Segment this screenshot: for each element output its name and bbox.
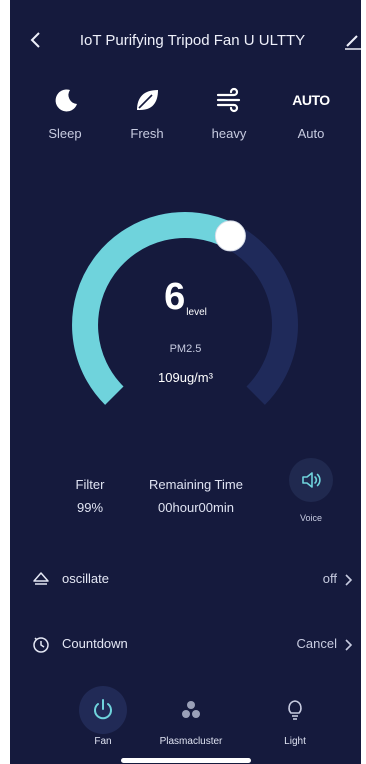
mode-auto-label: Auto — [297, 126, 325, 141]
remaining-time-label: Remaining Time — [149, 477, 243, 492]
filter-value: 99% — [76, 500, 104, 515]
oscillate-label: oscillate — [62, 571, 109, 586]
mode-selector: Sleep Fresh heavy AUTO Auto — [30, 80, 345, 160]
pm25-label: PM2.5 — [169, 343, 202, 355]
bottom-tab-bar: Fan Plasmacluster Light — [10, 686, 361, 756]
remaining-time-stat: Remaining Time 00hour00min — [130, 477, 262, 515]
edit-button[interactable] — [341, 30, 361, 52]
tab-plasmacluster-label: Plasmacluster — [159, 736, 223, 747]
tab-fan[interactable]: Fan — [73, 686, 133, 747]
tab-plasmacluster[interactable]: Plasmacluster — [151, 686, 231, 747]
page-title: IoT Purifying Tripod Fan U ULTTY — [79, 32, 306, 49]
edit-icon — [345, 35, 361, 50]
tab-light-label: Light — [284, 736, 306, 747]
oscillate-icon — [32, 570, 50, 588]
app-screen: IoT Purifying Tripod Fan U ULTTY Sleep F… — [10, 0, 361, 764]
wind-icon — [194, 80, 264, 120]
tab-fan-label: Fan — [94, 736, 112, 747]
header: IoT Purifying Tripod Fan U ULTTY — [10, 0, 361, 80]
countdown-row[interactable]: Countdown Cancel — [10, 625, 361, 665]
chevron-right-icon — [343, 637, 355, 653]
dial-knob — [214, 220, 246, 252]
voice-button[interactable] — [289, 458, 333, 502]
pm25-value: 109ug/m³ — [158, 370, 213, 385]
moon-icon — [30, 80, 100, 120]
level-display: 6level — [10, 276, 361, 319]
level-value: 6 — [164, 276, 186, 318]
mode-heavy-button[interactable]: heavy — [194, 80, 264, 141]
timer-icon — [32, 635, 50, 653]
power-icon — [79, 686, 127, 734]
countdown-value: Cancel — [296, 636, 337, 651]
countdown-label: Countdown — [62, 636, 128, 651]
filter-label: Filter — [75, 477, 105, 492]
oscillate-value: off — [322, 571, 337, 586]
tab-light[interactable]: Light — [265, 686, 325, 747]
mode-sleep-label: Sleep — [48, 126, 82, 141]
mode-heavy-label: heavy — [211, 126, 247, 141]
mode-sleep-button[interactable]: Sleep — [30, 80, 100, 141]
filter-stat: Filter 99% — [54, 477, 126, 515]
voice-label: Voice — [299, 513, 323, 523]
bulb-icon — [271, 686, 319, 734]
speaker-icon — [302, 472, 321, 488]
plasmacluster-icon — [167, 686, 215, 734]
auto-icon: AUTO — [292, 92, 330, 108]
remaining-time-value: 00hour00min — [158, 500, 234, 515]
mode-auto-button[interactable]: AUTO Auto — [276, 80, 346, 141]
leaf-icon — [112, 80, 182, 120]
mode-fresh-button[interactable]: Fresh — [112, 80, 182, 141]
mode-fresh-label: Fresh — [130, 126, 164, 141]
level-unit: level — [186, 307, 207, 318]
back-chevron-icon — [30, 32, 40, 48]
chevron-right-icon — [343, 572, 355, 588]
home-indicator — [121, 758, 251, 763]
level-dial[interactable]: 6level PM2.5 109ug/m³ — [10, 180, 361, 440]
oscillate-row[interactable]: oscillate off — [10, 560, 361, 600]
back-button[interactable] — [24, 26, 48, 54]
